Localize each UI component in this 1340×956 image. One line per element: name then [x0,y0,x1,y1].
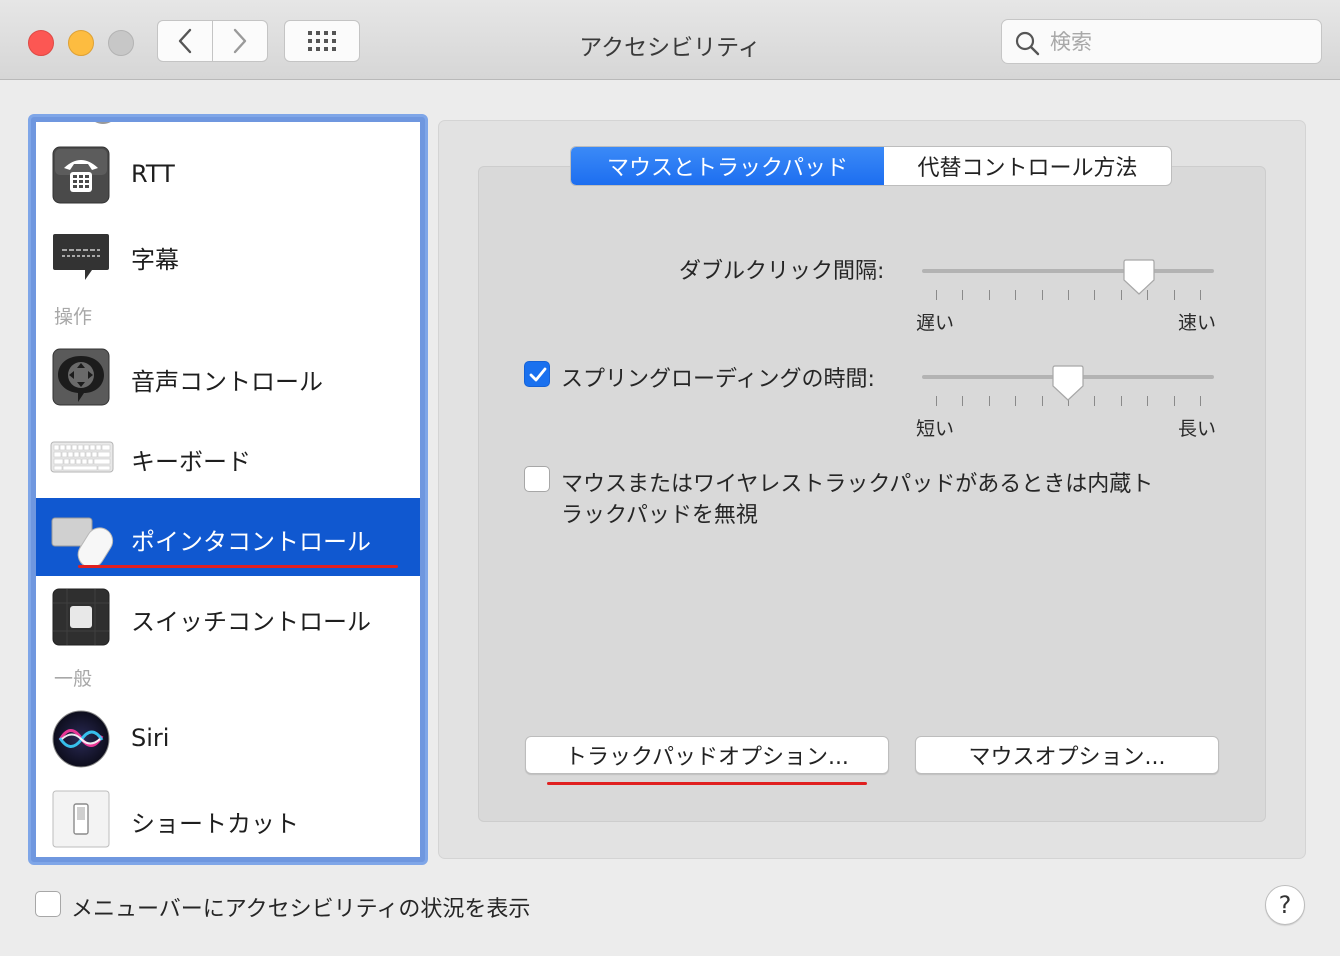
slider-tick [1174,290,1175,300]
sidebar-item-rtt[interactable]: RTT [36,136,420,214]
sidebar-item-captions[interactable]: 字幕 [36,216,420,294]
ignore-trackpad-label-line1: マウスまたはワイヤレストラックパッドがあるときは内蔵ト [561,472,1154,497]
slider-tick [962,396,963,406]
spring-loading-long-label: 長い [1178,418,1217,440]
double-click-speed-label: ダブルクリック間隔: [679,259,885,284]
slider-tick [936,290,937,300]
double-click-slow-label: 遅い [916,312,955,334]
slider-tick [989,396,990,406]
tab-alternate-control-methods[interactable]: 代替コントロール方法 [884,147,1171,185]
search-input[interactable] [1048,26,1312,58]
spring-loading-slider-knob[interactable] [1051,364,1085,402]
checkmark-icon [529,367,547,382]
double-click-fast-label: 速い [1178,312,1217,334]
slider-tick [1174,396,1175,406]
sidebar-item-voice-control[interactable]: 音声コントロール [36,338,420,416]
sidebar: RTT 字幕 操作 音声コントロール キーボード ポインタコントロール スイッチ… [28,114,428,865]
sidebar-item-shortcut[interactable]: ショートカット [36,780,420,857]
slider-tick [1015,290,1016,300]
sidebar-item-keyboard[interactable]: キーボード [36,418,420,496]
switch-control-icon [52,588,110,646]
show-status-in-menubar-label: メニューバーにアクセシビリティの状況を表示 [71,897,531,922]
section-header-general: 一般 [54,668,93,690]
slider-tick [1200,396,1201,406]
sidebar-list[interactable]: RTT 字幕 操作 音声コントロール キーボード ポインタコントロール スイッチ… [36,122,420,857]
shortcut-icon [52,790,110,848]
slider-tick [1042,290,1043,300]
double-click-speed-ticks [936,290,1201,300]
search-icon [1015,31,1040,56]
slider-tick [936,396,937,406]
slider-tick [1121,396,1122,406]
spring-loading-label: スプリングローディングの時間: [561,367,875,392]
scrolled-item-icon [95,122,111,124]
spring-loading-checkbox[interactable] [524,361,550,387]
double-click-speed-slider-knob[interactable] [1122,258,1156,296]
sidebar-item-label: RTT [131,160,175,188]
title-bar: アクセシビリティ [0,0,1340,80]
slider-tick [1068,290,1069,300]
tab-mouse-and-trackpad[interactable]: マウスとトラックパッド [571,147,884,185]
slider-tick [1147,396,1148,406]
spring-loading-short-label: 短い [916,418,955,440]
keyboard-icon [50,441,114,473]
pointer-control-icon [51,517,114,568]
sidebar-item-label: ショートカット [131,810,299,838]
double-click-speed-slider-track[interactable] [922,269,1214,273]
slider-tick [1042,396,1043,406]
slider-tick [962,290,963,300]
sidebar-item-label: 字幕 [131,246,179,274]
captions-icon [53,234,109,280]
slider-tick [989,290,990,300]
slider-tick [1094,290,1095,300]
sidebar-item-label: Siri [131,724,170,752]
sidebar-item-switch-control[interactable]: スイッチコントロール [36,578,420,656]
sidebar-item-label: キーボード [131,448,251,476]
mouse-options-button[interactable]: マウスオプション... [915,736,1219,774]
sidebar-item-label: スイッチコントロール [131,608,371,636]
sidebar-item-siri[interactable]: Siri [36,700,420,778]
sidebar-item-label: 音声コントロール [131,368,323,396]
trackpad-options-button[interactable]: トラックパッドオプション... [525,736,889,774]
annotation-underline [547,782,867,785]
sidebar-item-label: ポインタコントロール [131,528,371,556]
ignore-trackpad-checkbox[interactable] [524,466,550,492]
slider-tick [1200,290,1201,300]
voice-control-icon [52,348,110,406]
rtt-phone-icon [52,146,110,204]
slider-tick [1094,396,1095,406]
search-box[interactable] [1001,19,1322,64]
help-button[interactable]: ? [1265,885,1305,925]
siri-icon [52,710,110,768]
slider-tick [1015,396,1016,406]
annotation-underline [78,565,398,568]
section-header-motor: 操作 [54,306,93,328]
segmented-tabs: マウスとトラックパッド 代替コントロール方法 [570,146,1172,186]
ignore-trackpad-label-line2: ラックパッドを無視 [561,503,758,528]
show-status-in-menubar-checkbox[interactable] [35,891,61,917]
